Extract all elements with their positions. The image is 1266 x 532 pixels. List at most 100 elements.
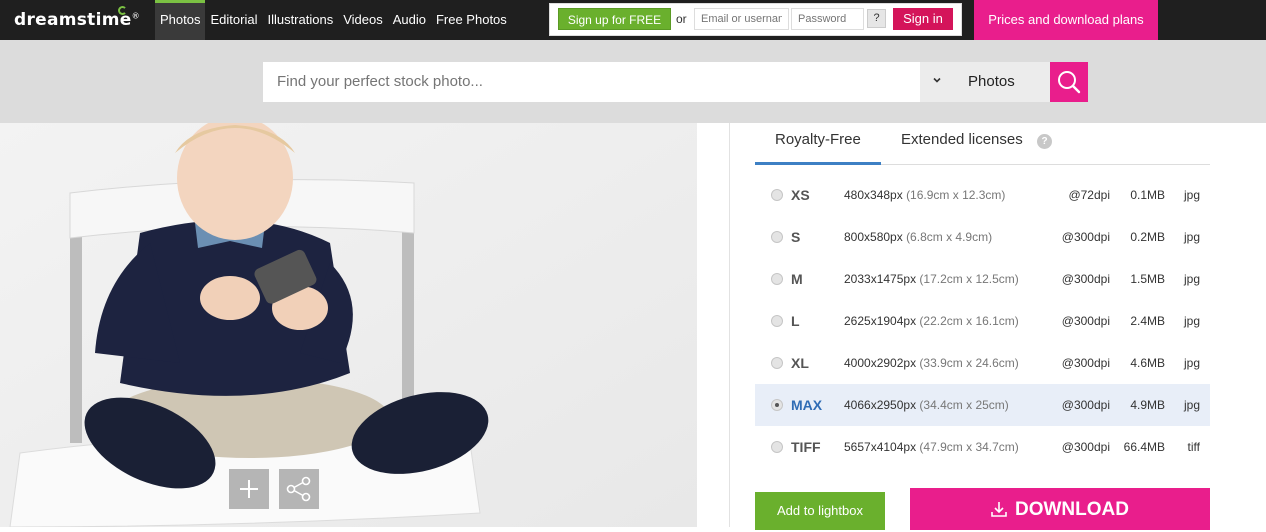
size-row-m[interactable]: M 2033x1475px (17.2cm x 12.5cm) @300dpi … bbox=[755, 258, 1210, 300]
search-type-dropdown[interactable]: Photos bbox=[920, 62, 1050, 102]
size-filesize: 4.6MB bbox=[1130, 356, 1165, 370]
download-label: DOWNLOAD bbox=[1015, 499, 1129, 520]
size-pixels: 800x580px (6.8cm x 4.9cm) bbox=[844, 230, 993, 244]
password-field[interactable] bbox=[791, 8, 864, 30]
email-field[interactable] bbox=[694, 8, 789, 30]
login-help-button[interactable]: ? bbox=[867, 9, 886, 28]
size-dpi: @300dpi bbox=[1061, 230, 1110, 244]
size-format: jpg bbox=[1183, 356, 1200, 370]
radio-button[interactable] bbox=[771, 441, 783, 453]
size-filesize: 0.1MB bbox=[1130, 188, 1165, 202]
size-cm: (33.9cm x 24.6cm) bbox=[919, 356, 1019, 370]
logo-trademark: ® bbox=[131, 11, 140, 21]
signup-button[interactable]: Sign up for FREE bbox=[558, 8, 671, 30]
license-help-icon[interactable]: ? bbox=[1037, 134, 1052, 149]
download-icon bbox=[991, 502, 1007, 517]
radio-button[interactable] bbox=[771, 315, 783, 327]
size-cm: (17.2cm x 12.5cm) bbox=[919, 272, 1019, 286]
size-dpi: @300dpi bbox=[1061, 356, 1110, 370]
search-button[interactable] bbox=[1050, 62, 1088, 102]
size-pixels: 480x348px (16.9cm x 12.3cm) bbox=[844, 188, 1006, 202]
size-name: M bbox=[791, 271, 803, 287]
size-pixels: 2625x1904px (22.2cm x 16.1cm) bbox=[844, 314, 1019, 328]
size-filesize: 4.9MB bbox=[1130, 398, 1165, 412]
tab-royalty-free[interactable]: Royalty-Free bbox=[775, 131, 861, 165]
size-format: tiff bbox=[1187, 440, 1200, 454]
size-dpi: @300dpi bbox=[1061, 440, 1110, 454]
size-cm: (6.8cm x 4.9cm) bbox=[906, 230, 993, 244]
main-nav: Photos Editorial Illustrations Videos Au… bbox=[155, 0, 512, 40]
radio-button[interactable] bbox=[771, 357, 783, 369]
nav-videos[interactable]: Videos bbox=[338, 0, 388, 40]
add-to-collection-button[interactable] bbox=[229, 469, 269, 509]
size-row-max[interactable]: MAX 4066x2950px (34.4cm x 25cm) @300dpi … bbox=[755, 384, 1210, 426]
search-type-label: Photos bbox=[968, 73, 1015, 90]
size-row-tiff[interactable]: TIFF 5657x4104px (47.9cm x 34.7cm) @300d… bbox=[755, 426, 1210, 468]
logo-swirl-icon bbox=[118, 6, 127, 15]
size-cm: (16.9cm x 12.3cm) bbox=[906, 188, 1006, 202]
size-dpi: @300dpi bbox=[1061, 272, 1110, 286]
active-tab-underline bbox=[755, 162, 881, 165]
search-band: Photos bbox=[0, 40, 1266, 123]
tab-royalty-free-label: Royalty-Free bbox=[775, 131, 861, 148]
size-row-s[interactable]: S 800x580px (6.8cm x 4.9cm) @300dpi 0.2M… bbox=[755, 216, 1210, 258]
size-pixels: 5657x4104px (47.9cm x 34.7cm) bbox=[844, 440, 1019, 454]
stock-photo[interactable] bbox=[0, 123, 697, 527]
size-format: jpg bbox=[1183, 230, 1200, 244]
size-row-xl[interactable]: XL 4000x2902px (33.9cm x 24.6cm) @300dpi… bbox=[755, 342, 1210, 384]
nav-audio[interactable]: Audio bbox=[388, 0, 431, 40]
size-cm: (47.9cm x 34.7cm) bbox=[919, 440, 1019, 454]
size-dpi: @300dpi bbox=[1061, 398, 1110, 412]
chevron-down-icon bbox=[933, 77, 941, 83]
top-navbar: dreamstime® Photos Editorial Illustratio… bbox=[0, 0, 1266, 40]
license-tabs: Royalty-Free Extended licenses ? bbox=[755, 123, 1210, 165]
size-dpi: @72dpi bbox=[1068, 188, 1110, 202]
size-format: jpg bbox=[1183, 314, 1200, 328]
size-pixels: 4066x2950px (34.4cm x 25cm) bbox=[844, 398, 1009, 412]
size-filesize: 66.4MB bbox=[1123, 440, 1165, 454]
share-icon bbox=[286, 476, 311, 502]
size-filesize: 0.2MB bbox=[1130, 230, 1165, 244]
size-name: MAX bbox=[791, 397, 823, 413]
radio-button[interactable] bbox=[771, 189, 783, 201]
plus-icon bbox=[240, 480, 258, 498]
size-filesize: 2.4MB bbox=[1130, 314, 1165, 328]
size-filesize: 1.5MB bbox=[1130, 272, 1165, 286]
size-cm: (22.2cm x 16.1cm) bbox=[919, 314, 1019, 328]
size-name: S bbox=[791, 229, 801, 245]
download-button[interactable]: DOWNLOAD bbox=[910, 488, 1210, 530]
size-row-xs[interactable]: XS 480x348px (16.9cm x 12.3cm) @72dpi 0.… bbox=[755, 174, 1210, 216]
size-name: TIFF bbox=[791, 439, 821, 455]
nav-illustrations[interactable]: Illustrations bbox=[262, 0, 338, 40]
size-row-l[interactable]: L 2625x1904px (22.2cm x 16.1cm) @300dpi … bbox=[755, 300, 1210, 342]
prices-plans-button[interactable]: Prices and download plans bbox=[974, 0, 1158, 40]
size-name: XS bbox=[791, 187, 810, 203]
size-name: XL bbox=[791, 355, 809, 371]
size-format: jpg bbox=[1183, 398, 1200, 412]
add-to-lightbox-button[interactable]: Add to lightbox bbox=[755, 492, 885, 530]
nav-photos[interactable]: Photos bbox=[155, 0, 206, 40]
panel-divider bbox=[729, 123, 730, 527]
photo-image bbox=[0, 123, 697, 527]
radio-button[interactable] bbox=[771, 231, 783, 243]
tab-extended-licenses[interactable]: Extended licenses bbox=[901, 131, 1023, 165]
radio-button[interactable] bbox=[771, 273, 783, 285]
share-button[interactable] bbox=[279, 469, 319, 509]
size-pixels: 2033x1475px (17.2cm x 12.5cm) bbox=[844, 272, 1019, 286]
or-text: or bbox=[676, 12, 687, 26]
size-format: jpg bbox=[1183, 272, 1200, 286]
search-icon bbox=[1058, 71, 1081, 94]
nav-editorial[interactable]: Editorial bbox=[205, 0, 262, 40]
radio-button-selected[interactable] bbox=[771, 399, 783, 411]
size-format: jpg bbox=[1183, 188, 1200, 202]
signin-button[interactable]: Sign in bbox=[893, 8, 953, 30]
size-cm: (34.4cm x 25cm) bbox=[919, 398, 1009, 412]
logo-text: dreamstime bbox=[14, 10, 132, 30]
size-dpi: @300dpi bbox=[1061, 314, 1110, 328]
tab-extended-label: Extended licenses bbox=[901, 131, 1023, 148]
login-box: Sign up for FREE or ? Sign in bbox=[549, 3, 962, 36]
nav-free-photos[interactable]: Free Photos bbox=[431, 0, 512, 40]
size-name: L bbox=[791, 313, 800, 329]
size-pixels: 4000x2902px (33.9cm x 24.6cm) bbox=[844, 356, 1019, 370]
search-input[interactable] bbox=[263, 62, 920, 102]
